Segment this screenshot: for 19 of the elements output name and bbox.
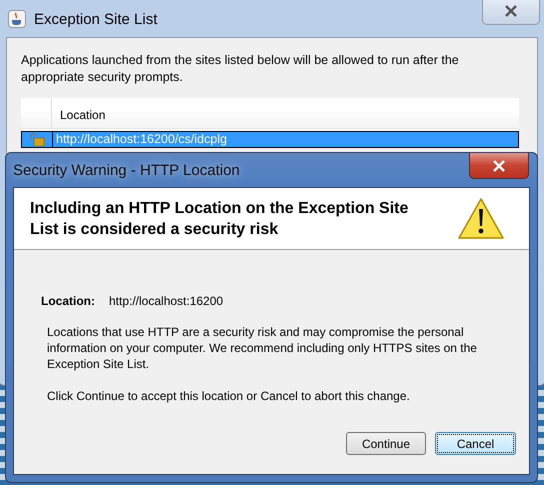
close-button[interactable] bbox=[469, 153, 529, 179]
dialog-title: Security Warning - HTTP Location bbox=[13, 162, 240, 178]
unlocked-padlock-icon bbox=[29, 133, 45, 146]
warning-icon bbox=[457, 196, 505, 240]
column-header[interactable]: Location bbox=[52, 98, 114, 128]
coffee-cup-icon bbox=[8, 10, 26, 28]
dialog-button[interactable]: Cancel bbox=[435, 432, 516, 455]
close-button[interactable] bbox=[482, 0, 540, 25]
window-title: Exception Site List bbox=[34, 10, 158, 28]
message-text: Click Continue to accept this location or Cancel to abort this change. bbox=[47, 388, 411, 404]
close-icon bbox=[503, 4, 519, 16]
close-icon bbox=[491, 160, 507, 172]
location-value: http://localhost:16200 bbox=[109, 294, 224, 308]
location-cell-text: http://localhost:16200/cs/idcplg bbox=[55, 132, 227, 147]
message-text: Locations that use HTTP are a security risk and may compromise the personal information on your computer. We recommend including only HTTPS sites on the Exception Site List. bbox=[47, 324, 478, 372]
description-text: Applications launched from the sites listed below will be allowed to run after the appropriate security prompts. bbox=[21, 52, 460, 86]
location-label: Location: bbox=[41, 294, 95, 308]
dialog-button[interactable]: Continue bbox=[346, 432, 426, 455]
warning-heading: Including an HTTP Location on the Exception Site List is considered a security risk bbox=[30, 198, 410, 240]
